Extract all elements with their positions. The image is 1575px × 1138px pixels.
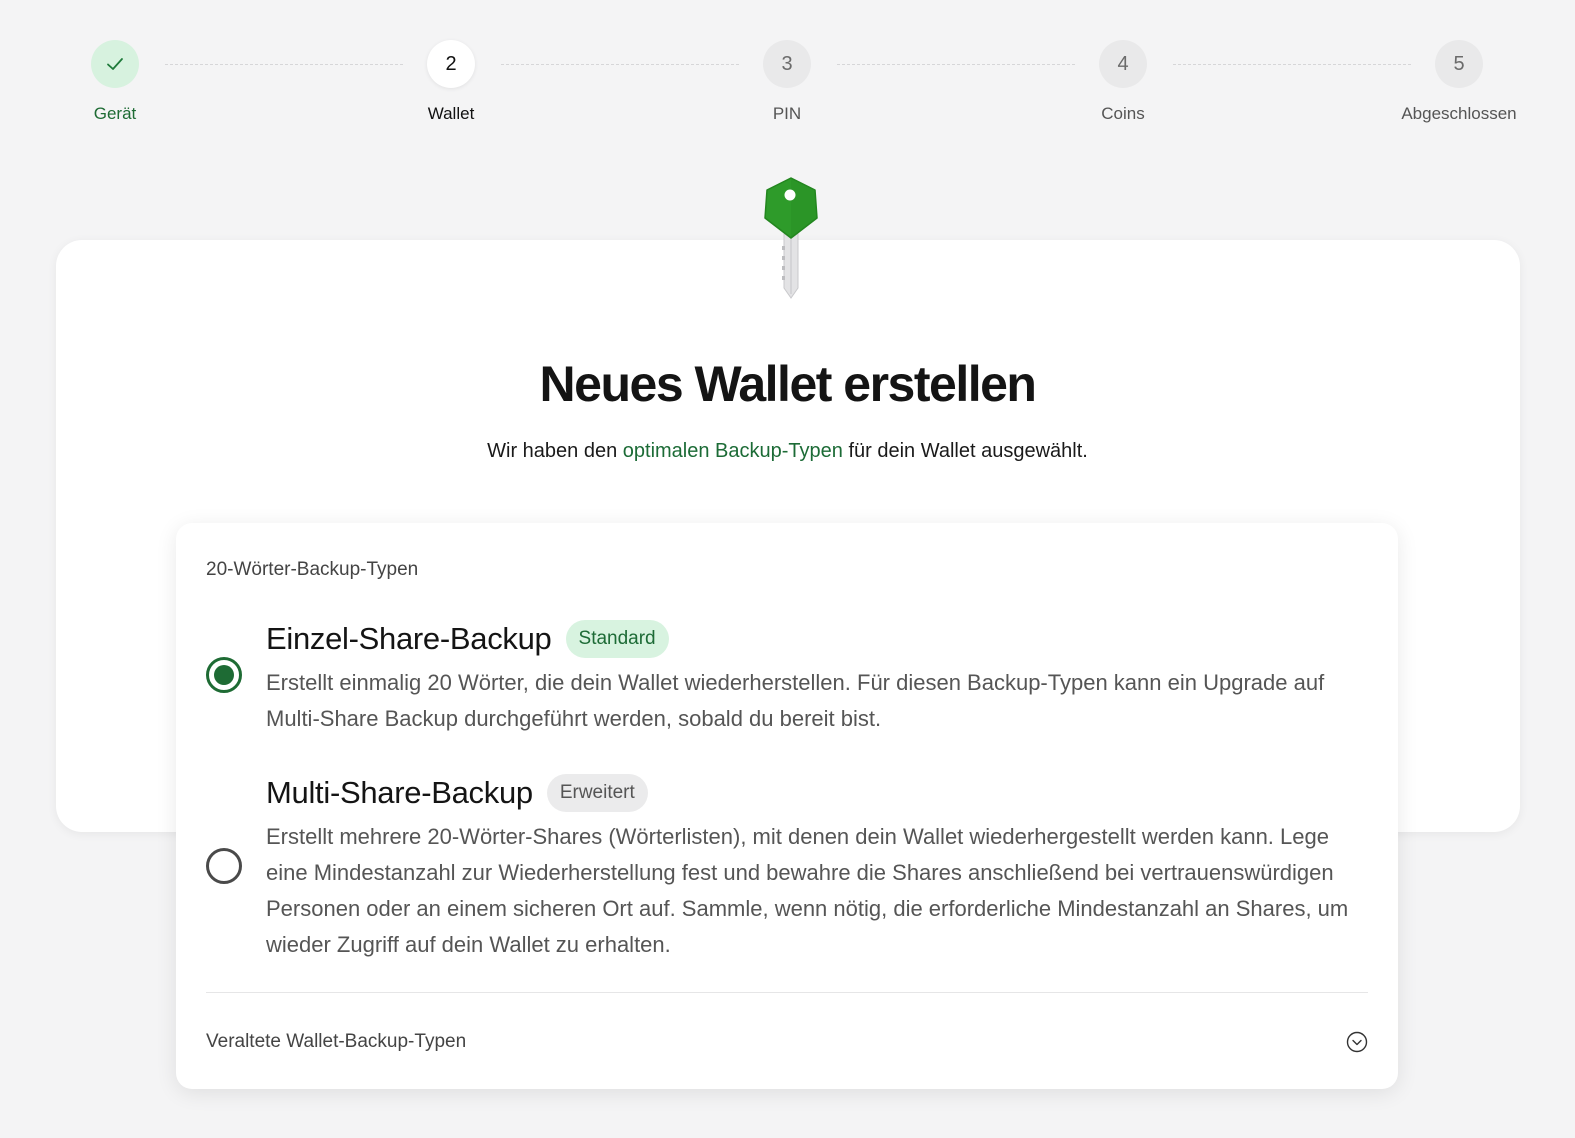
legacy-backup-types-label: Veraltete Wallet-Backup-Typen xyxy=(206,1031,467,1052)
radio-multi-share[interactable] xyxy=(206,848,242,884)
onboarding-stepper: Gerät 2 Wallet 3 PIN 4 Coins 5 Abgeschlo… xyxy=(0,0,1575,140)
page-subtitle: Wir haben den optimalen Backup-Typen für… xyxy=(0,440,1575,463)
step-wallet-number: 2 xyxy=(427,40,475,88)
page-title: Neues Wallet erstellen xyxy=(539,356,1037,412)
step-connector xyxy=(501,64,739,65)
step-pin: 3 PIN xyxy=(707,40,867,124)
step-finished-number: 5 xyxy=(1435,40,1483,88)
step-coins-number: 4 xyxy=(1099,40,1147,88)
step-device-circle xyxy=(91,40,139,88)
option-single-share-body: Einzel-Share-Backup Standard Erstellt ei… xyxy=(266,619,1356,737)
option-multi-share-description: Erstellt mehrere 20-Wörter-Shares (Wörte… xyxy=(266,824,1349,957)
divider xyxy=(206,992,1368,993)
option-single-share-title: Einzel-Share-Backup xyxy=(266,621,552,656)
option-multi-share-body: Multi-Share-Backup Erweitert Erstellt me… xyxy=(266,773,1356,963)
key-icon xyxy=(764,177,818,299)
optimal-backup-types-link[interactable]: optimalen Backup-Typen xyxy=(623,440,843,462)
step-pin-number: 3 xyxy=(763,40,811,88)
step-connector xyxy=(165,64,403,65)
section-label-20-words: 20-Wörter-Backup-Typen xyxy=(206,559,419,580)
option-single-share-description: Erstellt einmalig 20 Wörter, die dein Wa… xyxy=(266,670,1325,731)
step-device-label: Gerät xyxy=(93,104,137,123)
backup-type-card: 20-Wörter-Backup-Typen Einzel-Share-Back… xyxy=(176,523,1398,1089)
step-coins: 4 Coins xyxy=(1043,40,1203,124)
step-coins-label: Coins xyxy=(1101,104,1145,123)
option-single-share-head: Einzel-Share-Backup Standard xyxy=(266,619,1356,659)
step-finished-label: Abgeschlossen xyxy=(1401,104,1517,123)
subtitle-text-before: Wir haben den xyxy=(487,440,623,462)
chevron-down-icon[interactable] xyxy=(1346,1031,1368,1053)
step-device: Gerät xyxy=(35,40,195,124)
subtitle-text-after: für dein Wallet ausgewählt. xyxy=(842,440,1088,462)
badge-advanced: Erweitert xyxy=(546,774,648,812)
option-multi-share-head: Multi-Share-Backup Erweitert xyxy=(266,773,1356,813)
step-wallet: 2 Wallet xyxy=(371,40,531,124)
step-connector xyxy=(1173,64,1411,65)
radio-single-share[interactable] xyxy=(206,657,242,693)
step-pin-label: PIN xyxy=(772,104,802,123)
step-connector xyxy=(837,64,1075,65)
check-icon xyxy=(107,58,123,70)
badge-standard: Standard xyxy=(565,620,669,658)
step-wallet-label: Wallet xyxy=(427,104,475,123)
option-multi-share-title: Multi-Share-Backup xyxy=(266,775,533,810)
legacy-backup-types-toggle[interactable]: Veraltete Wallet-Backup-Typen xyxy=(206,1023,1368,1063)
step-finished: 5 Abgeschlossen xyxy=(1379,40,1539,124)
